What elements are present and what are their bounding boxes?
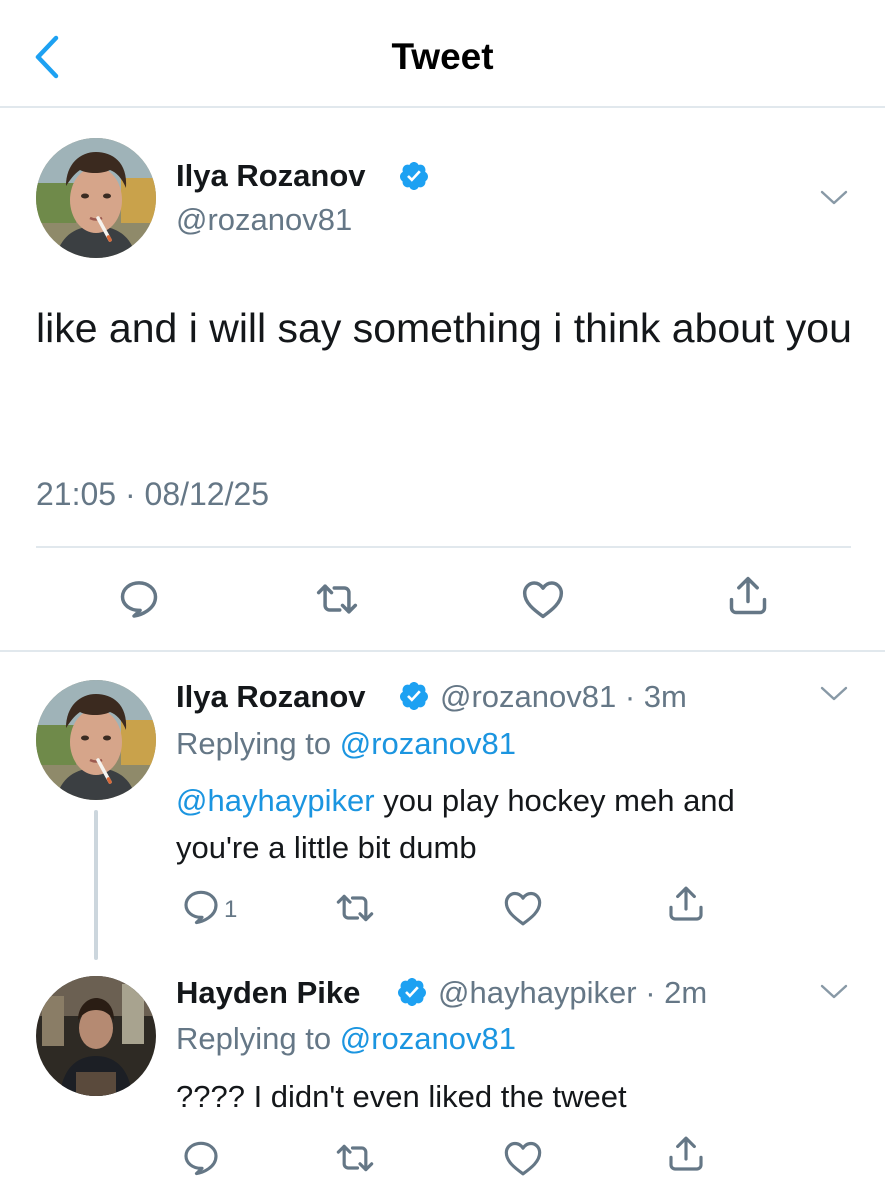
reply-button[interactable] bbox=[117, 577, 161, 621]
divider bbox=[0, 650, 885, 652]
top-nav-bar: Tweet bbox=[0, 0, 885, 108]
reply-count: 1 bbox=[224, 896, 238, 923]
reply-text: @hayhaypiker you play hockey meh and you… bbox=[176, 777, 856, 871]
author-avatar[interactable] bbox=[36, 138, 156, 258]
retweet-icon bbox=[335, 1138, 375, 1178]
replying-to-link[interactable]: @rozanov81 bbox=[340, 1021, 516, 1056]
tweet-text: like and i will say something i think ab… bbox=[36, 305, 852, 351]
like-button[interactable] bbox=[521, 577, 565, 621]
chevron-down-icon[interactable] bbox=[818, 684, 850, 704]
reply-time: · 2m bbox=[645, 975, 708, 1010]
replying-to-prefix: Replying to bbox=[176, 726, 340, 761]
author-handle[interactable]: @rozanov81 bbox=[176, 202, 352, 238]
reply-author-name[interactable]: Hayden Pike bbox=[176, 975, 360, 1010]
share-button[interactable] bbox=[726, 574, 770, 618]
reply-icon bbox=[117, 577, 161, 621]
reply-avatar[interactable] bbox=[36, 976, 156, 1096]
divider bbox=[36, 546, 851, 548]
retweet-icon bbox=[315, 577, 359, 621]
reply-text-line1: you play hockey meh and bbox=[374, 783, 735, 818]
retweet-button[interactable] bbox=[335, 888, 375, 928]
share-icon bbox=[666, 1134, 706, 1174]
tweet-timestamp: 21:05 · 08/12/25 bbox=[36, 476, 270, 512]
replying-to-line: Replying to @rozanov81 bbox=[176, 1021, 516, 1057]
reply-text: ???? I didn't even liked the tweet bbox=[176, 1079, 627, 1114]
verified-badge-icon bbox=[398, 680, 430, 712]
replying-to-prefix: Replying to bbox=[176, 1021, 340, 1056]
like-icon bbox=[503, 888, 543, 928]
page-title: Tweet bbox=[391, 36, 494, 77]
share-button[interactable] bbox=[666, 1134, 706, 1174]
reply-button[interactable] bbox=[181, 1138, 221, 1178]
share-icon bbox=[666, 884, 706, 924]
like-button[interactable] bbox=[503, 888, 543, 928]
reply-icon bbox=[181, 1138, 221, 1178]
reply-button[interactable] bbox=[181, 887, 221, 927]
share-icon bbox=[726, 574, 770, 618]
replying-to-line: Replying to @rozanov81 bbox=[176, 726, 516, 762]
reply-meta: @hayhaypiker · 2m bbox=[438, 975, 707, 1011]
reply-meta: @rozanov81 · 3m bbox=[440, 679, 687, 715]
retweet-icon bbox=[335, 888, 375, 928]
author-name[interactable]: Ilya Rozanov bbox=[176, 158, 366, 194]
mention-link[interactable]: @hayhaypiker bbox=[176, 783, 375, 818]
verified-badge-icon bbox=[398, 160, 430, 192]
reply-icon bbox=[181, 887, 221, 927]
share-button[interactable] bbox=[666, 884, 706, 924]
chevron-down-icon[interactable] bbox=[818, 982, 850, 1002]
reply-text-line2: you're a little bit dumb bbox=[176, 830, 477, 865]
chevron-down-icon[interactable] bbox=[818, 188, 850, 208]
reply-author-name[interactable]: Ilya Rozanov bbox=[176, 679, 366, 714]
reply-header: Hayden Pike bbox=[176, 975, 360, 1011]
retweet-button[interactable] bbox=[335, 1138, 375, 1178]
reply-author-handle[interactable]: @rozanov81 bbox=[440, 679, 616, 714]
like-icon bbox=[503, 1138, 543, 1178]
like-icon bbox=[521, 577, 565, 621]
reply-author-handle[interactable]: @hayhaypiker bbox=[438, 975, 637, 1010]
replying-to-link[interactable]: @rozanov81 bbox=[340, 726, 516, 761]
verified-badge-icon bbox=[396, 976, 428, 1008]
reply-header: Ilya Rozanov bbox=[176, 679, 366, 715]
thread-connector bbox=[94, 810, 98, 960]
reply-time: · 3m bbox=[624, 679, 687, 714]
retweet-button[interactable] bbox=[315, 577, 359, 621]
reply-avatar[interactable] bbox=[36, 680, 156, 800]
like-button[interactable] bbox=[503, 1138, 543, 1178]
